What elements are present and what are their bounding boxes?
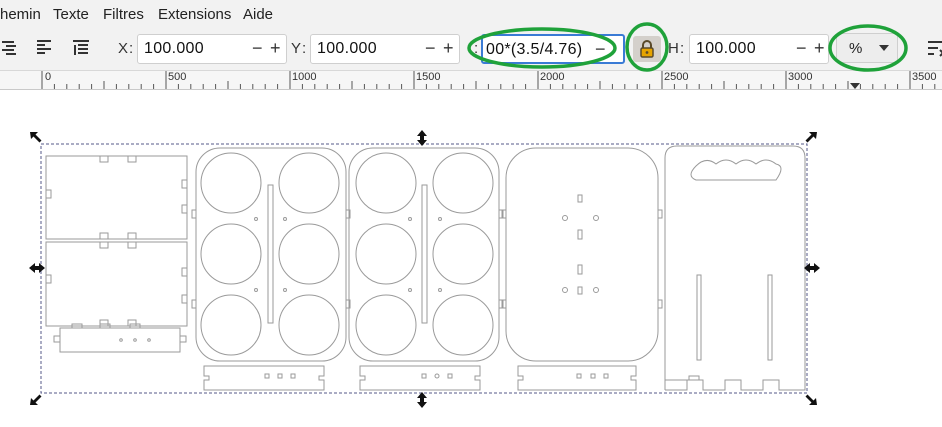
ruler-label-0: 0 <box>45 71 52 83</box>
y-field[interactable]: 100.000 − + <box>310 34 460 64</box>
menu-bar: hemin Texte Filtres Extensions Aide <box>0 0 942 30</box>
scale-handle-top-right <box>805 132 817 143</box>
height-field[interactable]: 100.000 − + <box>689 34 829 64</box>
left-panels <box>45 155 188 353</box>
unit-value: % <box>849 40 863 57</box>
ruler-label-2000: 2000 <box>540 71 565 83</box>
chevron-down-icon <box>879 45 889 51</box>
selection-bounding-box <box>40 143 808 394</box>
y-decrement-button[interactable]: − <box>425 38 436 58</box>
x-decrement-button[interactable]: − <box>252 38 263 58</box>
align-center-icon[interactable] <box>34 38 56 58</box>
x-increment-button[interactable]: + <box>270 38 281 58</box>
menu-extensions[interactable]: Extensions <box>158 6 231 23</box>
height-increment-button[interactable]: + <box>814 38 825 58</box>
ruler-label-2500: 2500 <box>664 71 689 83</box>
ruler-label-3500: 3500 <box>912 71 937 83</box>
width-decrement-button[interactable]: − <box>595 39 606 59</box>
width-value: 00*(3.5/4.76) <box>486 41 583 58</box>
lock-icon <box>640 40 654 58</box>
ruler-label-1500: 1500 <box>416 71 441 83</box>
y-colon: : <box>302 40 307 57</box>
menu-aide[interactable]: Aide <box>243 6 273 23</box>
y-value: 100.000 <box>317 40 377 57</box>
drawing-canvas[interactable] <box>0 90 942 427</box>
width-field[interactable]: 00*(3.5/4.76) − <box>481 34 625 64</box>
height-decrement-button[interactable]: − <box>796 38 807 58</box>
transform-options-icon[interactable] <box>924 38 942 58</box>
scale-handle-top-left <box>30 132 42 143</box>
scale-handle-left <box>29 263 45 273</box>
w-colon: : <box>474 40 479 57</box>
scale-handle-bottom <box>417 392 427 408</box>
bottom-strips <box>203 365 637 391</box>
egg-tray-1 <box>191 147 351 362</box>
x-colon: : <box>129 40 134 57</box>
ruler-position-marker <box>850 83 860 89</box>
menu-texte[interactable]: Texte <box>53 6 89 23</box>
ruler-label-3000: 3000 <box>788 71 813 83</box>
ruler-label-500: 500 <box>168 71 187 83</box>
menu-filtres[interactable]: Filtres <box>103 6 144 23</box>
y-label: Y <box>291 40 302 57</box>
align-left-icon[interactable] <box>0 38 22 58</box>
lock-ratio-button[interactable] <box>633 36 661 62</box>
egg-tray-2 <box>348 147 504 362</box>
x-value: 100.000 <box>144 40 204 57</box>
h-label: H <box>668 40 679 57</box>
handle-panel <box>664 145 806 391</box>
x-label: X <box>118 40 129 57</box>
menu-chemin[interactable]: hemin <box>0 6 41 23</box>
x-field[interactable]: 100.000 − + <box>137 34 287 64</box>
unit-select[interactable]: % <box>836 33 898 63</box>
y-increment-button[interactable]: + <box>443 38 454 58</box>
scale-handle-bottom-left <box>30 394 42 405</box>
ruler-label-1000: 1000 <box>292 71 317 83</box>
scale-handle-right <box>804 263 820 273</box>
h-colon: : <box>680 40 685 57</box>
laser-cut-drawing[interactable] <box>0 90 942 427</box>
horizontal-ruler[interactable]: 0 500 1000 1500 2000 2500 3000 3500 <box>0 71 942 90</box>
scale-handle-bottom-right <box>805 394 817 405</box>
lid-panel <box>501 147 663 362</box>
tool-controls-bar: X : 100.000 − + Y : 100.000 − + : 00*(3.… <box>0 30 942 71</box>
height-value: 100.000 <box>696 40 756 57</box>
raise-to-top-icon[interactable] <box>70 38 92 58</box>
